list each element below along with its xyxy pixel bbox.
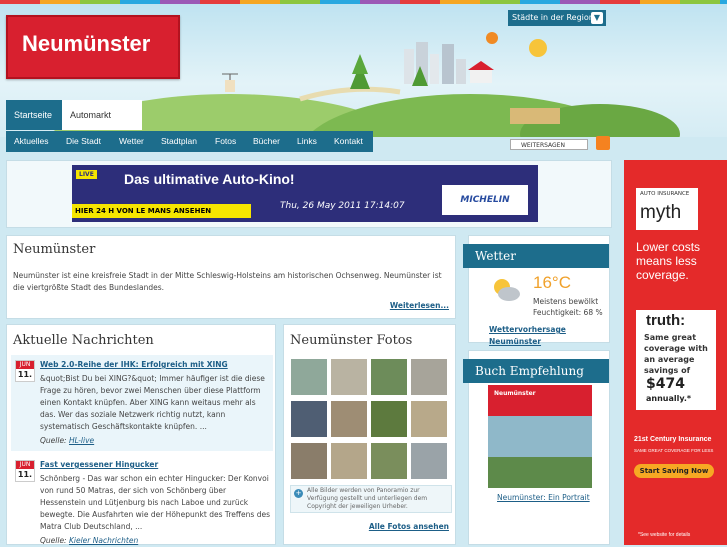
ad-myth-card: AUTO INSURANCE myth [636,188,698,230]
ad-footnote: *See website for details [638,532,691,538]
photo-note: Alle Bilder werden von Panoramio zur Ver… [307,487,428,510]
cloudy-sun-icon [491,276,521,302]
weather-forecast-link[interactable]: Wettervorhersage Neumünster [489,324,609,348]
share-button[interactable]: WEITERSAGEN [510,139,588,150]
nav-item-links[interactable]: Links [297,131,317,152]
photo-thumbnail[interactable] [331,443,367,479]
share-label: WEITERSAGEN [521,142,565,149]
news-date-badge: JUN 11. [15,360,35,382]
photo-thumbnail[interactable] [291,443,327,479]
nav-item-die-stadt[interactable]: Die Stadt [66,131,101,152]
read-more-link[interactable]: Weiterlesen... [390,300,449,312]
region-label: Städte in der Region [512,13,594,22]
photo-thumbnail[interactable] [411,359,447,395]
book-cover-title: Neumünster [494,390,536,397]
book-panel: Buch Empfehlung Neumünster Neumünster: E… [463,350,610,545]
banner-cta: HIER 24 H VON LE MANS ANSEHEN WWW.LEM [72,204,251,222]
photo-thumbnail[interactable] [371,359,407,395]
news-date-day: 11. [17,370,33,379]
news-item-title[interactable]: Web 2.0-Reihe der IHK: Erfolgreich mit X… [40,359,228,371]
ad-start-saving-button[interactable]: Start Saving Now [634,464,714,478]
photo-thumbnail[interactable] [411,443,447,479]
banner-brand-logo: MICHELIN [442,185,528,215]
news-item-source: Quelle: Kieler Nachrichten [40,536,139,545]
banner-datetime: Thu, 26 May 2011 17:14:07 [280,201,405,211]
nav-item-fotos[interactable]: Fotos [215,131,236,152]
ad-brand: 21st Century Insurance [634,436,712,443]
chevron-down-icon: ▼ [591,12,603,24]
region-dropdown[interactable]: Städte in der Region ▼ [508,10,606,26]
weather-title: Wetter [463,244,609,268]
photo-thumbnail[interactable] [371,443,407,479]
news-date-badge: JUN 11. [15,460,35,482]
photo-thumbnail[interactable] [331,359,367,395]
site-logo[interactable]: Neumünster [6,15,180,79]
secondary-nav: Aktuelles Die Stadt Wetter Stadtplan Fot… [6,131,373,152]
photos-panel: Neumünster Fotos + Alle Bilder werden vo… [283,324,456,545]
intro-text: Neumünster ist eine kreisfreie Stadt in … [13,271,442,292]
ad-lower-text: Lower costs means less coverage. [636,240,701,282]
info-icon: + [294,489,303,498]
book-link[interactable]: Neumünster: Ein Portrait [497,492,590,504]
news-date-month: JUN [16,361,34,369]
photo-thumbnail[interactable] [291,401,327,437]
banner-live-badge: LIVE [76,170,97,179]
rss-icon[interactable] [596,136,610,150]
ad-myth: myth [640,202,682,223]
weather-humidity: Feuchtigkeit: 68 % [533,308,603,317]
nav-item-aktuelles[interactable]: Aktuelles [14,131,49,152]
logo-text: Neumünster [22,31,151,56]
intro-panel: Neumünster Neumünster ist eine kreisfrei… [6,235,456,319]
insurance-ad[interactable]: AUTO INSURANCE myth Lower costs means le… [624,160,727,545]
news-source-link[interactable]: HL-live [69,436,94,445]
photo-note-box: + Alle Bilder werden von Panoramio zur V… [290,485,452,513]
news-panel: Aktuelle Nachrichten JUN 11. Web 2.0-Reih… [6,324,276,545]
news-item-text: Schönberg - Das war schon ein echter Hin… [40,474,270,531]
ad-truth-card: truth: Same great coverage with an avera… [636,310,716,410]
news-date-day: 11. [17,470,33,479]
all-photos-link[interactable]: Alle Fotos ansehen [369,521,449,533]
ad-amount: $474 [646,376,685,392]
news-item-text: &quot;Bist Du bei XING?&quot; Immer häuf… [40,374,265,431]
photos-title: Neumünster Fotos [290,333,413,348]
ad-banner[interactable]: LIVE Das ultimative Auto-Kino! HIER 24 H… [72,165,538,222]
banner-headline: Das ultimative Auto-Kino! [124,171,295,187]
news-title: Aktuelle Nachrichten [13,333,154,348]
photo-thumbnail[interactable] [291,359,327,395]
ad-brand-sub: SAME GREAT COVERAGE FOR LESS [634,448,714,453]
book-cover[interactable]: Neumünster [488,385,592,488]
ad-truth-text: Same great coverage with an average savi… [644,333,708,375]
weather-temp: 16°C [533,273,571,292]
tab-automarkt[interactable]: Automarkt [62,100,142,130]
intro-title: Neumünster [13,242,96,257]
ad-annually: annually.* [646,394,692,403]
nav-item-stadtplan[interactable]: Stadtplan [161,131,197,152]
weather-panel: Wetter 16°C Meistens bewölkt Feuchtigkei… [463,235,610,346]
ad-truth: truth: [646,312,686,329]
nav-item-wetter[interactable]: Wetter [119,131,144,152]
news-source-link[interactable]: Kieler Nachrichten [69,536,138,545]
book-title: Buch Empfehlung [463,359,609,383]
news-date-month: JUN [16,461,34,469]
nav-item-buecher[interactable]: Bücher [253,131,280,152]
nav-item-kontakt[interactable]: Kontakt [334,131,363,152]
ad-top-label: AUTO INSURANCE [640,191,690,197]
photo-thumbnail[interactable] [371,401,407,437]
photo-thumbnail[interactable] [331,401,367,437]
news-item-source: Quelle: HL-live [40,436,95,445]
photo-thumbnail[interactable] [411,401,447,437]
news-item-title[interactable]: Fast vergessener Hingucker [40,459,158,471]
